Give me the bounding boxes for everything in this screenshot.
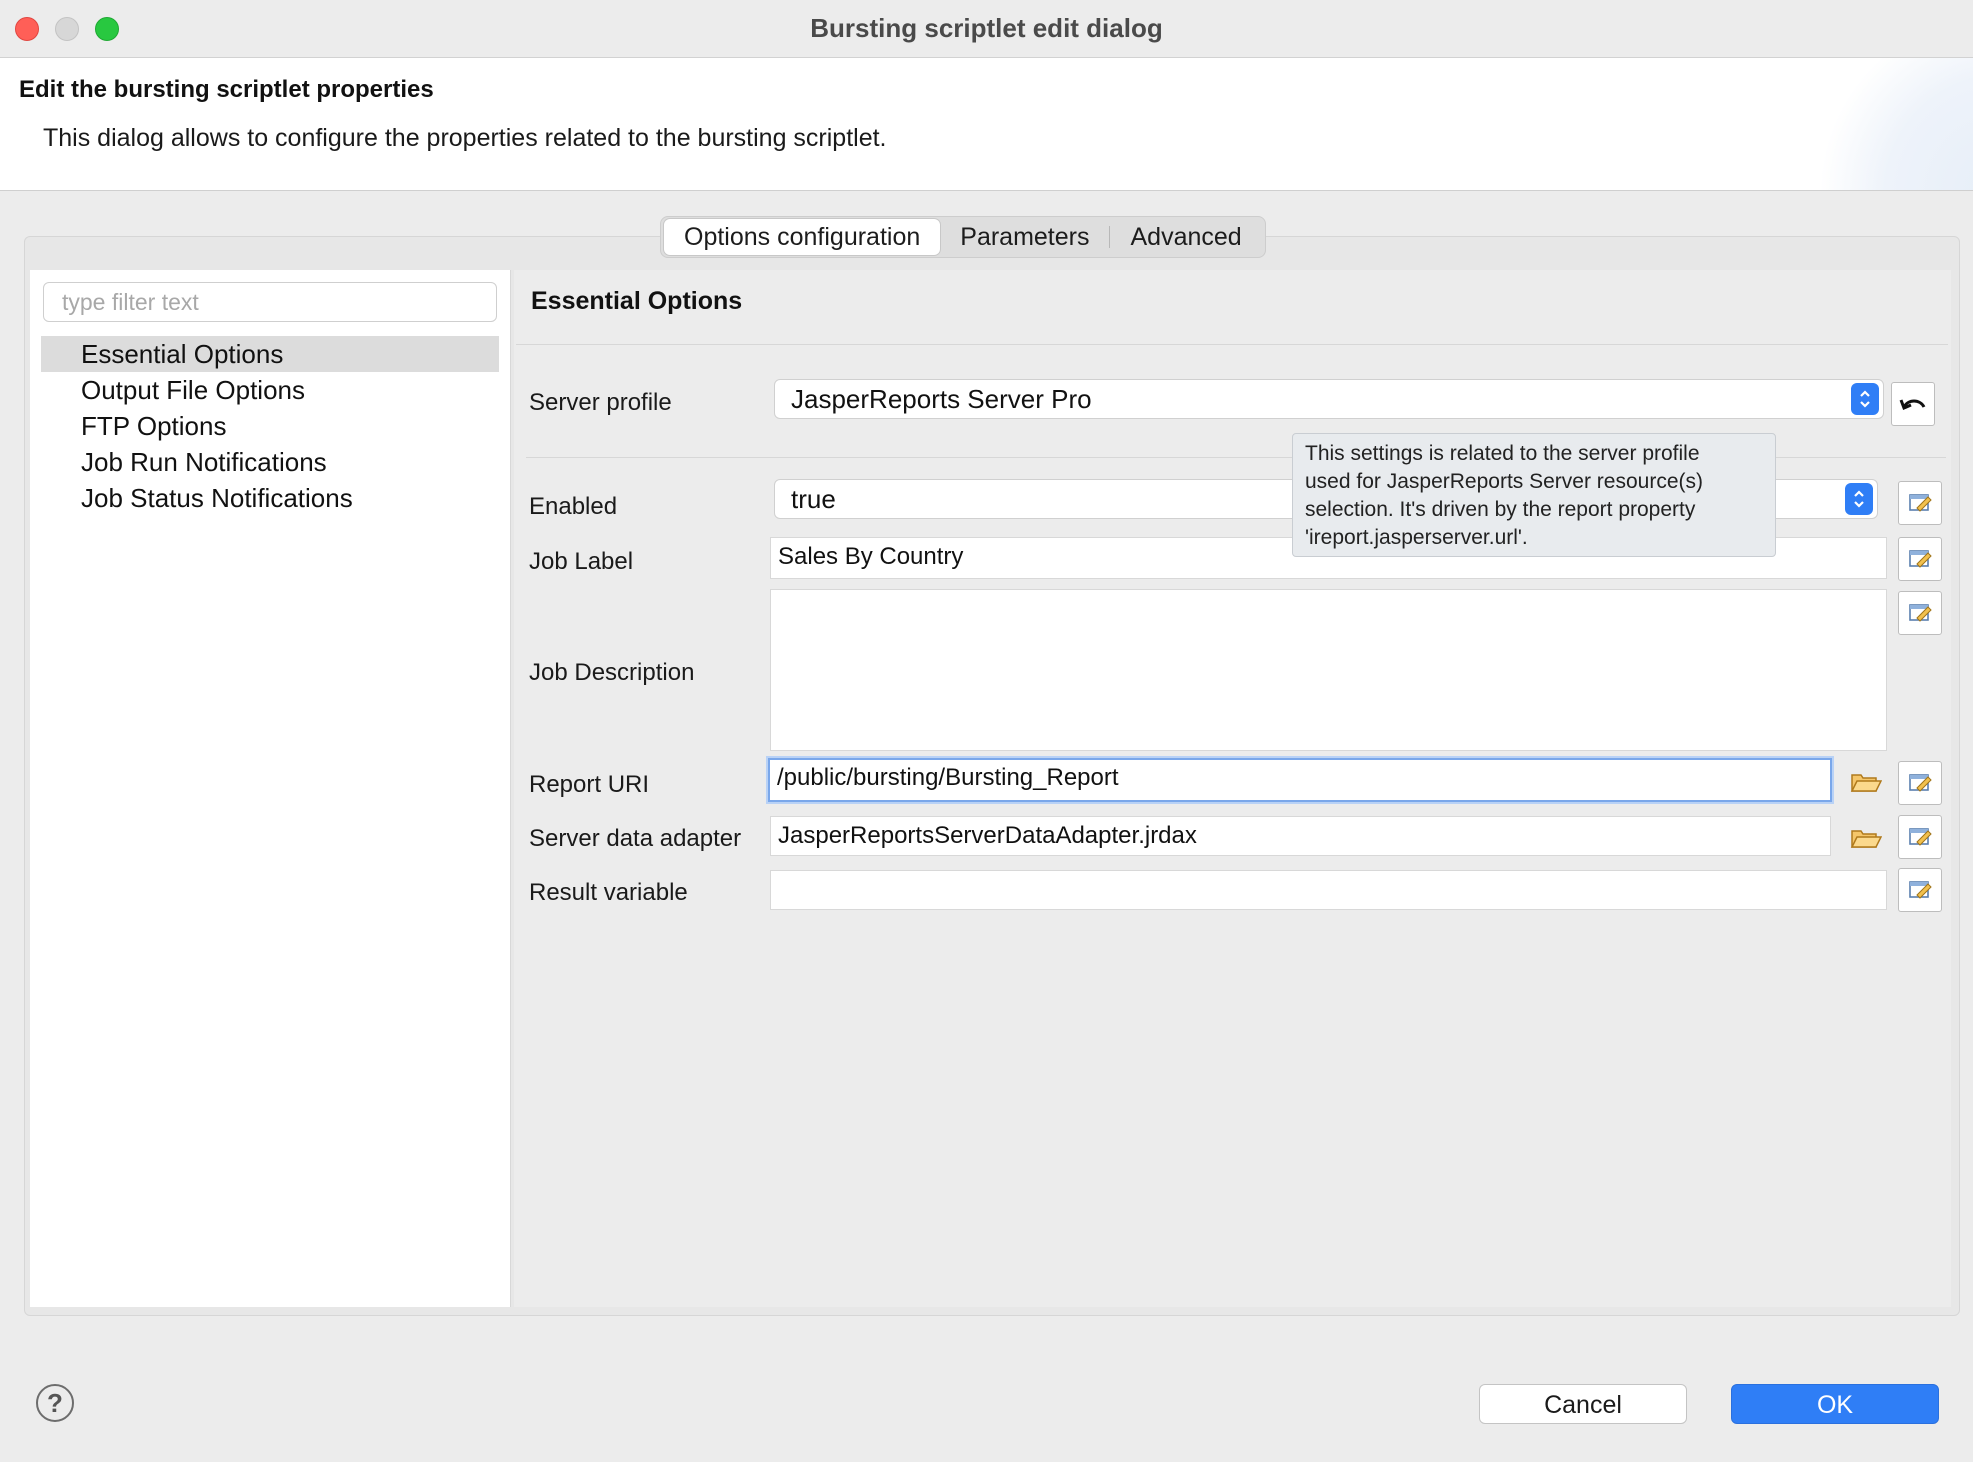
reset-server-profile-button[interactable] bbox=[1891, 382, 1935, 426]
server-profile-value: JasperReports Server Pro bbox=[791, 384, 1092, 414]
edit-expression-icon bbox=[1909, 550, 1932, 568]
job-label-expression-button[interactable] bbox=[1898, 537, 1942, 581]
ok-button[interactable]: OK bbox=[1731, 1384, 1939, 1424]
edit-expression-icon bbox=[1909, 604, 1932, 622]
result-variable-label: Result variable bbox=[529, 879, 688, 906]
job-description-expression-button[interactable] bbox=[1898, 591, 1942, 635]
tooltip-line: used for JasperReports Server resource(s… bbox=[1305, 470, 1703, 493]
nav-item-output-file-options[interactable]: Output File Options bbox=[41, 372, 499, 408]
up-down-chevron-icon bbox=[1845, 483, 1873, 515]
header-description: This dialog allows to configure the prop… bbox=[43, 124, 887, 152]
report-uri-browse-button[interactable] bbox=[1848, 764, 1884, 800]
nav-item-job-status-notifications[interactable]: Job Status Notifications bbox=[41, 480, 499, 516]
up-down-chevron-icon bbox=[1851, 383, 1879, 415]
filter-input[interactable] bbox=[43, 282, 497, 322]
edit-expression-icon bbox=[1909, 881, 1932, 899]
edit-expression-icon bbox=[1909, 774, 1932, 792]
folder-open-icon bbox=[1850, 774, 1882, 792]
server-profile-select[interactable]: JasperReports Server Pro bbox=[774, 379, 1884, 419]
tab-bar: Options configuration Parameters Advance… bbox=[660, 216, 1266, 258]
server-data-adapter-input[interactable]: JasperReportsServerDataAdapter.jrdax bbox=[770, 816, 1831, 856]
report-uri-expression-button[interactable] bbox=[1898, 761, 1942, 805]
report-uri-label: Report URI bbox=[529, 771, 650, 798]
job-label-label: Job Label bbox=[529, 548, 634, 575]
edit-expression-icon bbox=[1909, 828, 1932, 846]
question-mark-icon: ? bbox=[47, 1388, 63, 1418]
nav-item-job-run-notifications[interactable]: Job Run Notifications bbox=[41, 444, 499, 480]
report-uri-input[interactable]: /public/bursting/Bursting_Report bbox=[768, 758, 1832, 802]
tab-parameters[interactable]: Parameters bbox=[940, 219, 1109, 255]
tab-options-configuration[interactable]: Options configuration bbox=[664, 219, 941, 255]
undo-arrow-icon bbox=[1899, 399, 1926, 410]
enabled-value: true bbox=[791, 484, 836, 514]
job-description-textarea[interactable] bbox=[770, 589, 1887, 751]
header-decoration bbox=[1793, 58, 1973, 190]
nav-item-ftp-options[interactable]: FTP Options bbox=[41, 408, 499, 444]
job-description-label: Job Description bbox=[529, 659, 695, 686]
section-title: Essential Options bbox=[531, 287, 743, 315]
enabled-expression-button[interactable] bbox=[1898, 481, 1942, 525]
help-button[interactable]: ? bbox=[36, 1384, 74, 1422]
options-tree: Essential Options Output File Options FT… bbox=[41, 336, 499, 516]
enabled-label: Enabled bbox=[529, 493, 618, 520]
server-data-adapter-expression-button[interactable] bbox=[1898, 815, 1942, 859]
tooltip-line: 'ireport.jasperserver.url'. bbox=[1305, 526, 1528, 549]
header-title: Edit the bursting scriptlet properties bbox=[19, 76, 434, 103]
result-variable-expression-button[interactable] bbox=[1898, 868, 1942, 912]
dialog-header: Edit the bursting scriptlet properties T… bbox=[0, 58, 1973, 191]
server-profile-tooltip: This settings is related to the server p… bbox=[1292, 433, 1776, 557]
result-variable-input[interactable] bbox=[770, 870, 1887, 910]
divider bbox=[516, 344, 1948, 345]
server-profile-label: Server profile bbox=[529, 389, 672, 416]
server-data-adapter-browse-button[interactable] bbox=[1848, 820, 1884, 856]
tab-advanced[interactable]: Advanced bbox=[1110, 219, 1261, 255]
nav-item-essential-options[interactable]: Essential Options bbox=[41, 336, 499, 372]
server-data-adapter-label: Server data adapter bbox=[529, 825, 742, 852]
window-title: Bursting scriptlet edit dialog bbox=[810, 13, 1163, 43]
tooltip-line: This settings is related to the server p… bbox=[1305, 442, 1700, 465]
edit-expression-icon bbox=[1909, 494, 1932, 512]
tooltip-line: selection. It's driven by the report pro… bbox=[1305, 498, 1696, 521]
cancel-button[interactable]: Cancel bbox=[1479, 1384, 1687, 1424]
folder-open-icon bbox=[1850, 830, 1882, 848]
